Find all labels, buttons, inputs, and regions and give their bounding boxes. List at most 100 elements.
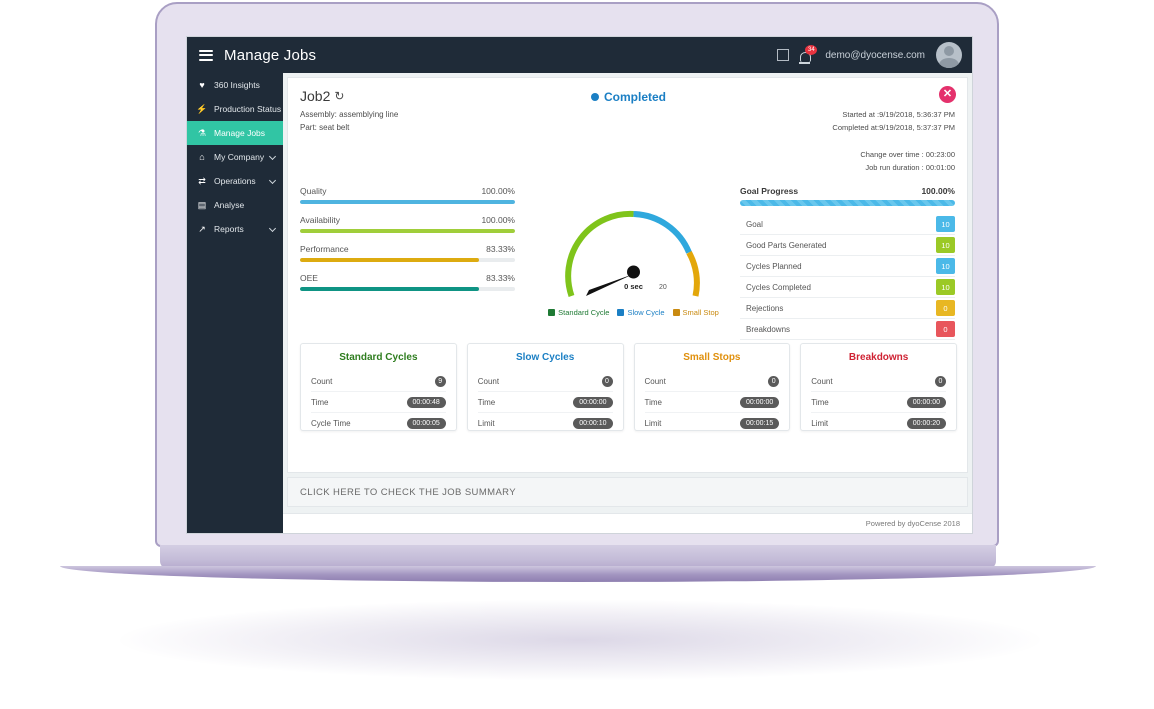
job-part: Part: seat belt [300, 123, 350, 132]
stat-card-standard-cycles: Standard Cycles Count 9 Time 00:00:48 Cycle T… [300, 343, 457, 431]
cycle-gauge: 0 sec 20 Standard Cycle Slow Cycle Small S… [541, 178, 726, 328]
avatar[interactable] [936, 42, 962, 68]
stat-card-title: Breakdowns [848, 352, 909, 363]
goal-row-badge: 10 [936, 237, 955, 253]
sidebar-item-production-status[interactable]: ⚡ Production Status [187, 97, 283, 121]
sidebar-item-manage-jobs[interactable]: ⚗ Manage Jobs [187, 121, 283, 145]
stat-row: Time 00:00:00 [477, 392, 613, 413]
stat-row-value: 00:00:10 [573, 417, 613, 429]
stat-row-label: Limit [811, 418, 829, 428]
metric-track [300, 200, 515, 204]
goal-row-badge: 10 [936, 279, 955, 295]
notification-badge: 34 [805, 44, 818, 55]
metric-track [300, 287, 515, 291]
metric-label: Quality [300, 186, 327, 196]
gauge-max-label: 20 [659, 284, 667, 291]
gauge-center-label: 0 sec [624, 282, 643, 291]
footer: Powered by dyoCense 2018 [283, 513, 972, 533]
user-email[interactable]: demo@dyocense.com [825, 50, 925, 61]
goal-row-label: Goal [746, 219, 763, 229]
stat-row-value: 00:00:05 [406, 417, 446, 429]
sidebar-item-reports[interactable]: ↗ Reports [187, 217, 283, 241]
job-change-over-time: Change over time : 00:23:00 [860, 150, 955, 159]
top-bar-actions: 34 demo@dyocense.com [777, 42, 962, 68]
trend-icon: ↗ [198, 223, 206, 234]
stat-card-title: Small Stops [683, 352, 741, 363]
chevron-down-icon [268, 224, 277, 233]
metrics-list: Quality 100.00% Availability 100.00% Perform… [300, 186, 515, 302]
stat-row: Limit 00:00:15 [645, 413, 780, 433]
stat-row-value: 00:00:20 [906, 417, 946, 429]
job-completed-at: Completed at:9/19/2018, 5:37:37 PM [832, 123, 955, 132]
metric-fill [300, 200, 515, 204]
stat-row-label: Limit [477, 418, 495, 428]
metric-value: 83.33% [486, 273, 515, 283]
metric-label: Performance [300, 244, 349, 254]
legend-label: Slow Cycle [627, 308, 665, 317]
stat-row-label: Time [811, 397, 829, 407]
stat-row-value: 00:00:00 [906, 396, 946, 408]
stat-card-title: Standard Cycles [339, 352, 418, 363]
footer-text: Powered by dyoCense 2018 [865, 519, 960, 528]
legend-label: Small Stop [682, 308, 719, 317]
bolt-icon: ⚡ [196, 103, 208, 114]
home-icon: ⌂ [199, 152, 205, 162]
goal-progress-rows: Goal 10 Good Parts Generated 10 Cycles Plann… [740, 214, 955, 340]
sidebar-item-my-company[interactable]: ⌂ My Company [187, 145, 283, 169]
fullscreen-icon[interactable] [777, 49, 790, 61]
goal-progress-header: Goal Progress 100.00% [740, 186, 955, 196]
sidebar-item-360-insights[interactable]: ♥ 360 Insights [187, 73, 283, 97]
content-area: Job2 ↻ Completed ✕ Assembly: assemblying… [283, 73, 972, 533]
sidebar-item-label: Production Status [214, 104, 282, 114]
sidebar: ♥ 360 Insights ⚡ Production Status ⚗ Manage J… [187, 73, 283, 533]
metric-label: Availability [300, 215, 341, 225]
close-icon[interactable]: ✕ [939, 86, 956, 103]
book-icon: ▤ [197, 199, 207, 210]
sidebar-item-label: 360 Insights [214, 80, 260, 90]
status-dot-icon [590, 93, 599, 101]
sidebar-item-label: My Company [214, 152, 265, 162]
stat-row-value: 00:00:00 [573, 396, 613, 408]
stat-row: Count 0 [644, 371, 780, 392]
stat-row-label: Count [477, 376, 500, 386]
hamburger-icon[interactable] [199, 49, 213, 61]
metric-track [300, 258, 515, 262]
job-summary-button[interactable]: CLICK HERE TO CHECK THE JOB SUMMARY [287, 477, 968, 507]
goal-row-badge: 10 [936, 216, 955, 232]
job-detail-card: Job2 ↻ Completed ✕ Assembly: assemblying… [287, 77, 968, 473]
gauge-needle [586, 265, 640, 296]
chevron-down-icon [268, 176, 277, 185]
stat-row-label: Limit [644, 418, 662, 428]
shuffle-icon: ⇄ [198, 175, 206, 186]
metric-value: 100.00% [481, 186, 515, 196]
stat-card-small-stops: Small Stops Count 0 Time 00:00:00 Limit 00:00:… [633, 343, 791, 433]
legend-item: Small Stop [672, 308, 719, 317]
sidebar-item-operations[interactable]: ⇄ Operations [187, 169, 283, 193]
goal-row-label: Cycles Completed [746, 282, 811, 292]
stat-row-label: Count [811, 376, 833, 386]
legend-swatch [672, 309, 680, 316]
goal-row: Breakdowns 0 [740, 319, 955, 340]
gauge-segment-slow [633, 211, 692, 254]
gauge-legend: Standard Cycle Slow Cycle Small Stop [541, 308, 726, 317]
goal-row: Cycles Planned 10 [740, 256, 955, 277]
metric-fill [300, 287, 480, 291]
notifications-button[interactable]: 34 [799, 44, 818, 64]
legend-label: Standard Cycle [558, 308, 610, 317]
goal-row-badge: 10 [936, 258, 955, 274]
heart-icon: ♥ [199, 80, 205, 90]
stat-cards: Standard Cycles Count 9 Time 00:00:48 Cycle T… [300, 343, 957, 431]
job-run-duration: Job run duration : 00:01:00 [865, 163, 955, 172]
stat-row-label: Count [311, 376, 333, 386]
sidebar-item-analyse[interactable]: ▤ Analyse [187, 193, 283, 217]
stat-row: Limit 00:00:20 [811, 413, 946, 433]
job-started-at: Started at :9/19/2018, 5:36:37 PM [842, 110, 955, 119]
stat-row-value: 0 [601, 375, 613, 387]
goal-row-label: Rejections [746, 303, 784, 313]
laptop-shadow [120, 600, 1040, 680]
sidebar-item-label: Analyse [214, 200, 245, 210]
legend-swatch [617, 309, 625, 316]
stat-card-slow-cycles: Slow Cycles Count 0 Time 00:00:00 Limit 00:00:… [466, 343, 624, 431]
goal-row: Goal 10 [740, 214, 955, 235]
stat-card-title: Slow Cycles [515, 352, 575, 363]
